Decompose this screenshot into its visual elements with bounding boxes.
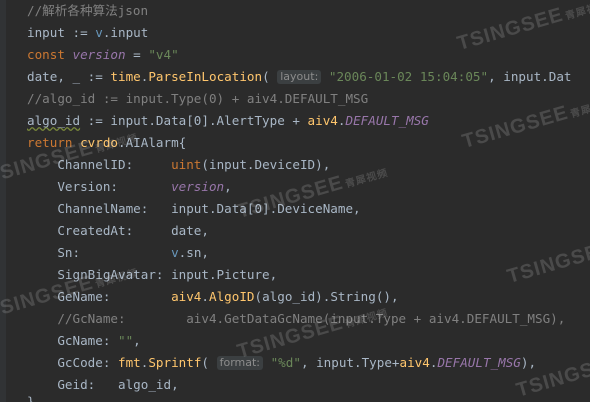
field-key: Version: — [27, 179, 172, 194]
code-token: , input.Dat — [488, 69, 572, 84]
field-key: ChannelName: — [27, 201, 172, 216]
package-token: time — [110, 69, 141, 84]
code-token: . — [201, 289, 209, 304]
string-token: "" — [118, 333, 134, 348]
string-token: "%d" — [263, 355, 301, 370]
code-token: = — [125, 47, 149, 62]
function-token: Sprintf — [148, 355, 202, 370]
code-token: v — [171, 245, 179, 260]
code-line-18: Geid: algo_id, — [27, 374, 179, 396]
code-token: algo_id, — [118, 377, 179, 392]
watermark: TSINGSEE青犀视频 — [460, 89, 590, 154]
code-token: (input.DeviceID), — [201, 157, 331, 172]
field-key: Sn: — [27, 245, 172, 260]
code-line-9: Version: version, — [27, 176, 232, 198]
package-token: aiv4 — [399, 355, 430, 370]
code-line-4: date, _ := time.ParseInLocation( layout:… — [27, 66, 572, 88]
watermark-brand: TSINGSEE — [454, 3, 566, 55]
function-token: ParseInLocation — [148, 69, 263, 84]
code-token: .sn, — [178, 245, 209, 260]
parameter-hint: layout: — [277, 70, 322, 84]
package-token: aiv4 — [307, 113, 338, 128]
watermark-cn: 青犀视频 — [564, 0, 590, 23]
package-token: fmt — [118, 355, 141, 370]
code-line-12: Sn: v.sn, — [27, 242, 209, 264]
constant-token: version — [171, 179, 225, 194]
code-token: , — [224, 179, 232, 194]
code-token: input := — [27, 25, 96, 40]
code-editor[interactable]: //解析各种算法json input := v.input const vers… — [0, 0, 590, 402]
field-key: GcCode: — [27, 355, 118, 370]
code-line-6: algo_id := input.Data[0].AlertType + aiv… — [27, 110, 429, 132]
code-token: .input — [102, 25, 149, 40]
constant-token: version — [72, 47, 126, 62]
string-token: "2006-01-02 15:04:05" — [321, 69, 489, 84]
field-key: CreatedAt: — [27, 223, 172, 238]
constant-token: DEFAULT_MSG — [437, 355, 521, 370]
package-token: aiv4 — [171, 289, 202, 304]
code-line-11: CreatedAt: date, — [27, 220, 209, 242]
variable-token: algo_id — [27, 113, 81, 128]
code-line-16: GcName: "", — [27, 330, 141, 352]
watermark: TSINGSEE青犀视频 — [505, 224, 590, 289]
code-token: } — [27, 396, 35, 402]
code-token: , input.Type+ — [300, 355, 400, 370]
comment-text: //algo_id := input.Type(0) + aiv4.DEFAUL… — [27, 91, 369, 106]
code-line-5: //algo_id := input.Type(0) + aiv4.DEFAUL… — [27, 88, 368, 110]
code-token: := input.Data[0].AlertType + — [80, 113, 308, 128]
string-token: "v4" — [148, 47, 179, 62]
builtin-token: uint — [171, 157, 202, 172]
code-token: v — [95, 25, 103, 40]
field-key: GcName: — [27, 333, 118, 348]
field-key: Geid: — [27, 377, 118, 392]
code-token: , — [133, 333, 141, 348]
watermark-brand: TSINGSEE — [504, 236, 590, 288]
watermark: TSINGSEE青犀视频 — [455, 0, 590, 56]
code-line-17: GcCode: fmt.Sprintf( format: "%d", input… — [27, 352, 536, 374]
code-token: date, _ := — [27, 69, 111, 84]
code-token: input.Picture, — [171, 267, 278, 282]
keyword-token: const — [27, 47, 73, 62]
comment-text: //解析各种算法json — [27, 3, 149, 18]
watermark-cn: 青犀视频 — [344, 167, 390, 191]
code-token: ( — [201, 355, 217, 370]
code-token: date, — [171, 223, 209, 238]
function-token: AlgoID — [209, 289, 255, 304]
watermark-cn: 青犀视频 — [569, 97, 590, 121]
code-token: ( — [262, 69, 278, 84]
watermark-brand: TSINGSEE — [459, 101, 571, 153]
code-line-19: } — [27, 396, 35, 402]
code-line-3: const version = "v4" — [27, 44, 179, 66]
code-token: ), — [520, 355, 537, 370]
constant-token: DEFAULT_MSG — [345, 113, 429, 128]
editor-gutter — [0, 0, 6, 402]
code-line-1: //解析各种算法json — [27, 0, 148, 22]
code-line-2: input := v.input — [27, 22, 148, 44]
